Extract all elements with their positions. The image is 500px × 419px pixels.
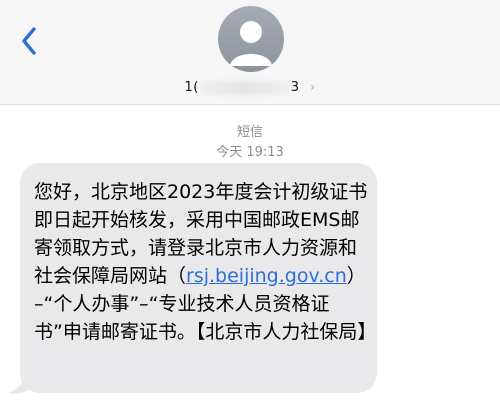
redacted-blur <box>199 80 290 95</box>
contact-number-prefix: 1( <box>184 80 199 95</box>
conversation-header: 1( 3 › <box>0 0 500 105</box>
message-timestamp: 今天 19:13 <box>216 145 284 160</box>
chevron-right-icon: › <box>310 80 316 94</box>
back-button[interactable] <box>16 24 44 58</box>
message-type-label: 短信 <box>236 125 263 140</box>
message-text: 您好，北京地区2023年度会计初级证书即日起开始核发，采用中国邮政EMS邮寄领取… <box>34 178 376 346</box>
contact-name[interactable]: 1( 3 › <box>0 80 500 100</box>
website-link[interactable]: rsj.beijing.gov.cn <box>186 265 347 287</box>
person-silhouette-icon <box>230 21 272 66</box>
chevron-left-icon <box>22 27 36 55</box>
contact-avatar[interactable] <box>218 6 284 72</box>
contact-number-suffix: 3 <box>290 80 300 95</box>
